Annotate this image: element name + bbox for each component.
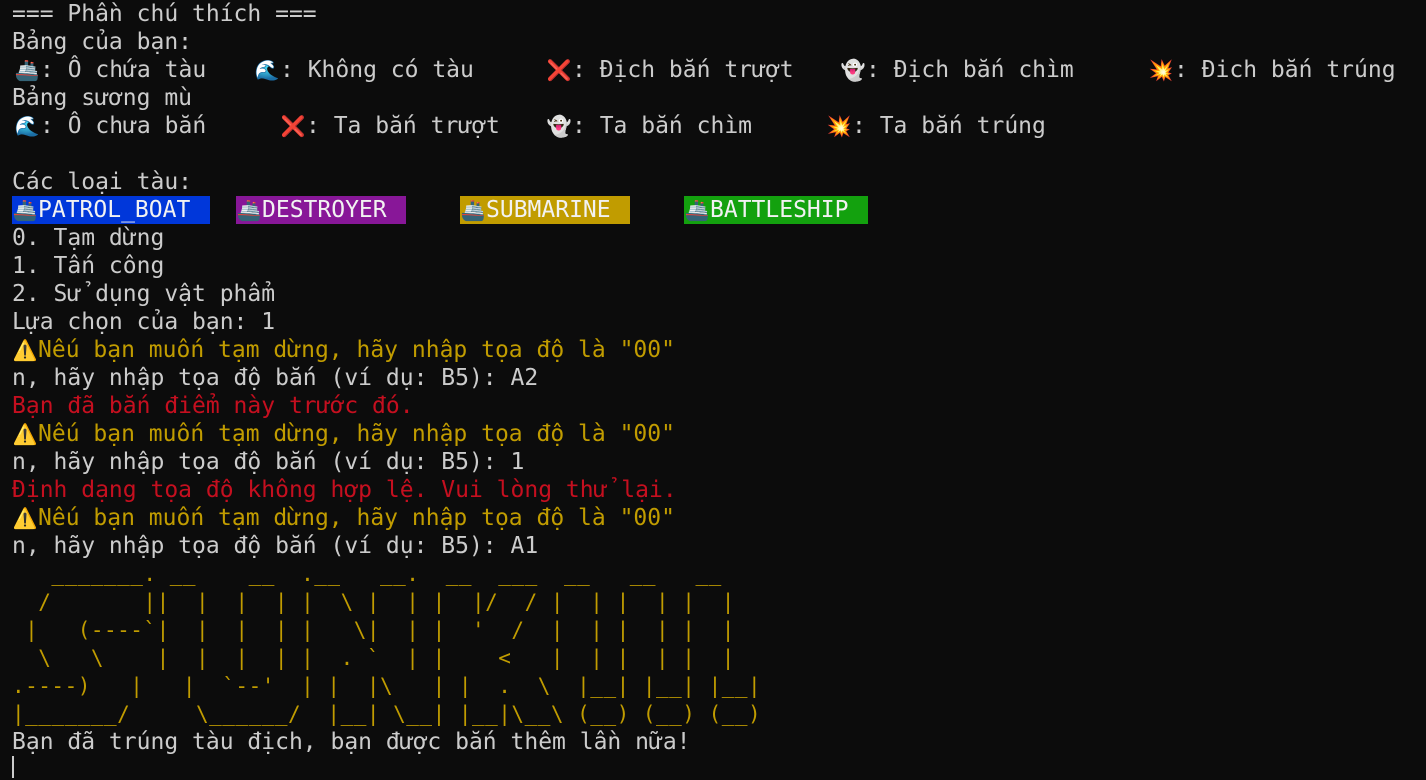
ship-battleship: 🚢BATTLESHIP — [684, 196, 868, 224]
pause-warning: ⚠️Nếu bạn muốn tạm dừng, hãy nhập tọa độ… — [12, 421, 675, 447]
own-legend-enemy-miss: ❌: Địch bắn trượt — [546, 57, 794, 83]
ship-icon: 🚢 — [236, 198, 262, 222]
own-legend-enemy-hit: 💥: Đich bắn trúng — [1148, 57, 1396, 83]
text-cursor[interactable] — [12, 756, 14, 778]
explosion-icon: 💥 — [826, 114, 852, 138]
ghost-icon: 👻 — [840, 58, 866, 82]
fog-legend-hit: 💥: Ta bắn trúng — [826, 113, 1046, 139]
ascii-art-line: \ \ | | | | | . ` | | < | | | | | | — [12, 646, 735, 670]
ascii-art-line: |_______/ \______/ |__| \__| |__|\__\ (_… — [12, 702, 762, 726]
fog-board-legend: 🌊: Ô chưa bắn ❌: Ta bắn trượt 👻: Ta bắn … — [12, 112, 1422, 140]
pause-warning: ⚠️Nếu bạn muốn tạm dừng, hãy nhập tọa độ… — [12, 337, 675, 363]
menu-option-attack: 1. Tấn công — [12, 253, 165, 279]
warning-icon: ⚠️ — [12, 506, 38, 530]
error-message: Định dạng tọa độ không hợp lệ. Vui lòng … — [12, 477, 677, 503]
cross-icon: ❌ — [546, 58, 572, 82]
ascii-art-line: / || | | | | \ | | | |/ / | | | | | | — [12, 590, 735, 614]
ship-icon: 🚢 — [684, 198, 710, 222]
legend-header: === Phần chú thích === — [12, 1, 317, 27]
error-message: Bạn đã bắn điểm này trước đó. — [12, 393, 414, 419]
ship-icon: 🚢 — [12, 198, 38, 222]
fog-legend-unshot: 🌊: Ô chưa bắn — [14, 113, 207, 139]
menu-option-pause: 0. Tạm dừng — [12, 225, 165, 251]
own-legend-ship: 🚢: Ô chứa tàu — [14, 57, 207, 83]
ghost-icon: 👻 — [546, 114, 572, 138]
coordinate-prompt: n, hãy nhập tọa độ bắn (ví dụ: B5): A2 — [12, 365, 539, 391]
cross-icon: ❌ — [280, 114, 306, 138]
ship-destroyer: 🚢DESTROYER — [236, 196, 406, 224]
wave-icon: 🌊 — [254, 58, 280, 82]
wave-icon: 🌊 — [14, 114, 40, 138]
explosion-icon: 💥 — [1148, 58, 1174, 82]
own-legend-no-ship: 🌊: Không có tàu — [254, 57, 474, 83]
ship-patrol-boat: 🚢PATROL_BOAT — [12, 196, 210, 224]
ascii-art-line: _______. __ __ .__ __. __ ___ __ __ __ — [12, 562, 735, 586]
terminal-output: === Phần chú thích === Bảng của bạn: 🚢: … — [12, 0, 1422, 756]
own-board-legend: 🚢: Ô chứa tàu 🌊: Không có tàu ❌: Địch bắ… — [12, 56, 1422, 84]
ascii-art-line: .----) | | `--' | | |\ | | . \ |__| |__|… — [12, 674, 762, 698]
menu-option-use-item: 2. Sử dụng vật phẩm — [12, 281, 276, 307]
hit-result-message: Bạn đã trúng tàu địch, bạn được bắn thêm… — [12, 729, 691, 755]
fog-legend-sunk: 👻: Ta bắn chìm — [546, 113, 753, 139]
fog-legend-miss: ❌: Ta bắn trượt — [280, 113, 500, 139]
ascii-art-line: | (----`| | | | | \| | | ' / | | | | | | — [12, 618, 735, 642]
warning-icon: ⚠️ — [12, 422, 38, 446]
pause-warning: ⚠️Nếu bạn muốn tạm dừng, hãy nhập tọa độ… — [12, 505, 675, 531]
ship-icon: 🚢 — [460, 198, 486, 222]
coordinate-prompt: n, hãy nhập tọa độ bắn (ví dụ: B5): A1 — [12, 533, 539, 559]
ships-list: 🚢PATROL_BOAT 🚢DESTROYER 🚢SUBMARINE 🚢BATT… — [12, 196, 1422, 224]
menu-choice-prompt: Lựa chọn của bạn: 1 — [12, 309, 276, 335]
own-legend-enemy-sunk: 👻: Địch bắn chìm — [840, 57, 1074, 83]
ship-submarine: 🚢SUBMARINE — [460, 196, 630, 224]
warning-icon: ⚠️ — [12, 338, 38, 362]
sunk-ascii-art: _______. __ __ .__ __. __ ___ __ __ __ /… — [12, 560, 1422, 728]
own-board-title: Bảng của bạn: — [12, 29, 193, 55]
ship-icon: 🚢 — [14, 58, 40, 82]
fog-board-title: Bảng sương mù — [12, 85, 193, 111]
ships-title: Các loại tàu: — [12, 169, 193, 195]
coordinate-prompt: n, hãy nhập tọa độ bắn (ví dụ: B5): 1 — [12, 449, 525, 475]
